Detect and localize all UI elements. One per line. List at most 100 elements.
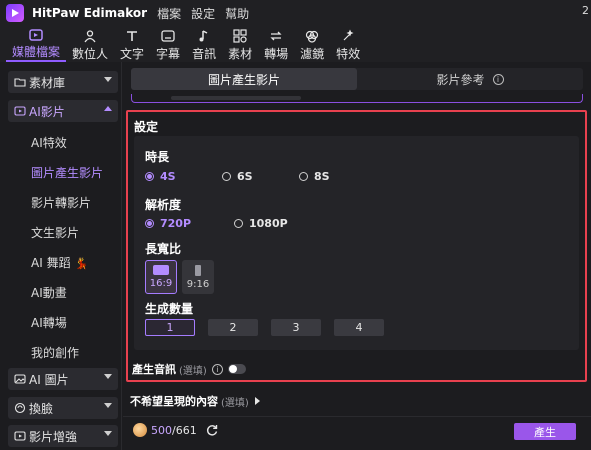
tool-filter[interactable]: 濾鏡 <box>294 26 330 62</box>
credits-display: 500 /661 <box>133 423 219 437</box>
sidebar-group-enhance[interactable]: 影片增強 <box>8 425 118 447</box>
radio-icon <box>299 172 308 181</box>
tab-video-reference[interactable]: 影片參考 i <box>357 68 583 90</box>
chevron-down-icon <box>104 431 112 436</box>
image-icon <box>14 373 26 385</box>
count-option-1[interactable]: 1 <box>145 319 195 336</box>
audio-row: 產生音訊 (選填) i <box>132 361 246 377</box>
sidebar-item-ai-dance[interactable]: AI 舞蹈 💃 <box>31 254 88 271</box>
info-icon[interactable]: i <box>211 363 223 375</box>
negative-prompt-label: 不希望呈現的內容 <box>130 395 218 408</box>
music-note-icon <box>197 28 211 44</box>
sidebar-group-label: 影片增強 <box>29 429 78 444</box>
radio-icon <box>222 172 231 181</box>
sidebar-item-ai-transition[interactable]: AI轉場 <box>31 314 67 331</box>
sidebar-group-ai-image[interactable]: AI 圖片 <box>8 368 118 390</box>
audio-toggle[interactable] <box>227 364 246 374</box>
count-label: 生成數量 <box>145 302 194 316</box>
generate-button[interactable]: 產生 <box>514 423 576 440</box>
settings-panel: 時長 4S 6S 8S 解析度 720P 1080P 長寬比 16:9 9:16… <box>134 136 579 350</box>
subtitle-icon <box>161 28 175 44</box>
tool-label: 轉場 <box>264 47 289 61</box>
ai-video-icon <box>14 105 26 117</box>
sidebar-item-ai-effects[interactable]: AI特效 <box>31 134 67 151</box>
sidebar-group-label: 換臉 <box>29 401 54 416</box>
tab-image-to-video[interactable]: 圖片產生影片 <box>131 68 357 90</box>
chevron-down-icon <box>104 403 112 408</box>
tool-label: 音訊 <box>192 47 217 61</box>
sidebar: 素材庫 AI影片 AI特效 圖片產生影片 影片轉影片 文生影片 AI 舞蹈 💃 A… <box>0 62 122 450</box>
count-option-4[interactable]: 4 <box>334 319 384 336</box>
credits-used: 500 <box>151 423 172 437</box>
sidebar-group-face-swap[interactable]: 換臉 <box>8 397 118 419</box>
radio-icon <box>145 172 154 181</box>
tool-subtitle[interactable]: 字幕 <box>150 26 186 62</box>
tool-avatar[interactable]: 數位人 <box>66 26 114 62</box>
elements-icon <box>233 28 247 44</box>
menu-file[interactable]: 檔案 <box>157 5 181 22</box>
sidebar-item-ai-animation[interactable]: AI動畫 <box>31 284 67 301</box>
count-option-2[interactable]: 2 <box>208 319 258 336</box>
tool-audio[interactable]: 音訊 <box>186 26 222 62</box>
video-enhance-icon <box>14 430 26 442</box>
sidebar-group-library[interactable]: 素材庫 <box>8 71 118 93</box>
sidebar-group-label: 素材庫 <box>29 75 66 90</box>
radio-label: 8S <box>314 170 330 183</box>
sidebar-item-text-to-video[interactable]: 文生影片 <box>31 224 79 241</box>
radio-icon <box>234 219 243 228</box>
resolution-option-720p[interactable]: 720P <box>145 217 191 230</box>
tool-label: 濾鏡 <box>300 47 325 61</box>
landscape-icon <box>153 265 169 275</box>
sidebar-item-image-to-video[interactable]: 圖片產生影片 <box>31 164 103 181</box>
info-icon[interactable]: i <box>492 73 504 85</box>
resolution-option-1080p[interactable]: 1080P <box>234 217 288 230</box>
duration-option-6s[interactable]: 6S <box>222 170 253 183</box>
refresh-icon[interactable] <box>205 423 219 437</box>
tool-label: 字幕 <box>156 47 181 61</box>
aspect-option-9-16[interactable]: 9:16 <box>182 260 214 294</box>
sidebar-group-label: AI影片 <box>29 104 65 119</box>
sidebar-group-label: AI 圖片 <box>29 372 69 387</box>
tool-effects[interactable]: 特效 <box>330 26 366 62</box>
media-icon <box>29 28 43 42</box>
tool-label: 數位人 <box>72 47 109 61</box>
tool-label: 素材 <box>228 47 253 61</box>
audio-label: 產生音訊 <box>132 363 176 376</box>
tool-label: 媒體檔案 <box>12 45 61 59</box>
tool-transition[interactable]: 轉場 <box>258 26 294 62</box>
sidebar-item-video-to-video[interactable]: 影片轉影片 <box>31 194 91 211</box>
chevron-right-icon <box>254 397 260 405</box>
credits-total: /661 <box>172 423 197 437</box>
radio-label: 720P <box>160 217 192 230</box>
text-icon <box>125 28 139 44</box>
duration-option-8s[interactable]: 8S <box>299 170 330 183</box>
resolution-label: 解析度 <box>145 198 182 212</box>
count-option-3[interactable]: 3 <box>271 319 321 336</box>
radio-label: 4S <box>160 170 176 183</box>
filter-icon <box>305 28 319 44</box>
coin-icon <box>133 423 147 437</box>
transition-icon <box>269 28 283 44</box>
sidebar-item-label: AI 舞蹈 <box>31 256 71 270</box>
footer-divider <box>123 416 591 417</box>
sidebar-group-ai-video[interactable]: AI影片 <box>8 100 118 122</box>
effects-icon <box>341 28 355 44</box>
radio-label: 6S <box>237 170 253 183</box>
portrait-icon <box>195 264 201 276</box>
audio-optional-label: (選填) <box>179 365 207 377</box>
chevron-up-icon <box>104 106 112 111</box>
tool-media[interactable]: 媒體檔案 <box>6 26 67 62</box>
tool-label: 文字 <box>120 47 145 61</box>
avatar-person-icon <box>83 28 97 44</box>
sidebar-item-my-creations[interactable]: 我的創作 <box>31 344 79 361</box>
negative-prompt-row[interactable]: 不希望呈現的內容 (選填) <box>130 393 260 409</box>
menu-help[interactable]: 幫助 <box>225 5 249 22</box>
settings-section: 設定 時長 4S 6S 8S 解析度 720P 1080P 長寬比 16:9 9… <box>126 110 587 382</box>
tool-text[interactable]: 文字 <box>114 26 150 62</box>
menu-settings[interactable]: 設定 <box>191 5 215 22</box>
aspect-option-16-9[interactable]: 16:9 <box>145 260 177 294</box>
mode-tabs: 圖片產生影片 影片參考 i <box>131 68 583 90</box>
tool-elements[interactable]: 素材 <box>222 26 258 62</box>
duration-option-4s[interactable]: 4S <box>145 170 176 183</box>
chevron-down-icon <box>104 77 112 82</box>
